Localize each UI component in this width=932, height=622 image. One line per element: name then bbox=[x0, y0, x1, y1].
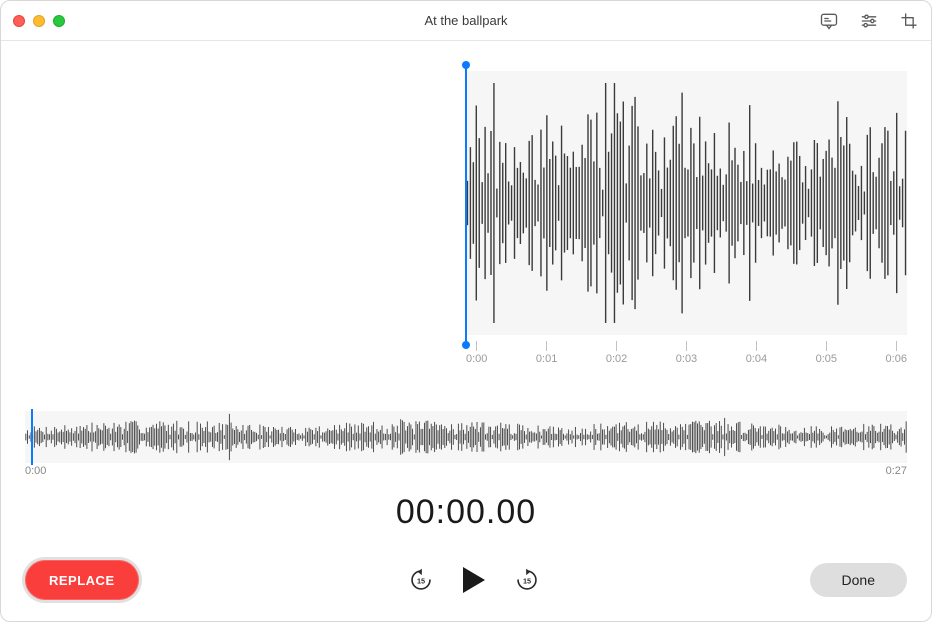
toolbar-icons bbox=[819, 11, 919, 31]
app-window: At the ballpark bbox=[0, 0, 932, 622]
overview-waveform[interactable] bbox=[25, 411, 907, 463]
window-controls bbox=[13, 15, 65, 27]
overview-waveform-area: 0:00 0:27 bbox=[25, 411, 907, 481]
time-tick: 0:05 bbox=[816, 341, 837, 369]
play-button[interactable] bbox=[460, 565, 488, 595]
svg-text:15: 15 bbox=[417, 576, 425, 585]
time-tick: 0:00 bbox=[466, 341, 487, 369]
overview-start-time: 0:00 bbox=[25, 465, 46, 477]
skip-forward-15-button[interactable]: 15 bbox=[514, 567, 540, 593]
detail-waveform[interactable] bbox=[466, 71, 907, 335]
transcript-icon[interactable] bbox=[819, 11, 839, 31]
detail-waveform-area: 0:00 0:01 0:02 0:03 0:04 0:05 0:06 bbox=[25, 65, 907, 381]
detail-time-ruler: 0:00 0:01 0:02 0:03 0:04 0:05 0:06 bbox=[466, 341, 907, 369]
titlebar: At the ballpark bbox=[1, 1, 931, 41]
svg-text:15: 15 bbox=[523, 576, 531, 585]
done-button[interactable]: Done bbox=[810, 563, 907, 597]
time-tick: 0:02 bbox=[606, 341, 627, 369]
time-display: 00:00.00 bbox=[25, 493, 907, 532]
overview-end-time: 0:27 bbox=[886, 465, 907, 477]
playhead[interactable] bbox=[465, 65, 467, 345]
time-tick: 0:03 bbox=[676, 341, 697, 369]
time-tick: 0:06 bbox=[886, 341, 907, 369]
replace-button[interactable]: REPLACE bbox=[25, 560, 139, 600]
controls-row: REPLACE 15 bbox=[25, 557, 907, 603]
playback-controls: 15 15 bbox=[408, 565, 540, 595]
close-window-button[interactable] bbox=[13, 15, 25, 27]
trim-icon[interactable] bbox=[899, 11, 919, 31]
time-tick: 0:04 bbox=[746, 341, 767, 369]
overview-time-labels: 0:00 0:27 bbox=[25, 465, 907, 477]
minimize-window-button[interactable] bbox=[33, 15, 45, 27]
skip-back-15-button[interactable]: 15 bbox=[408, 567, 434, 593]
window-title: At the ballpark bbox=[1, 13, 931, 28]
fullscreen-window-button[interactable] bbox=[53, 15, 65, 27]
settings-icon[interactable] bbox=[859, 11, 879, 31]
editor-content: 0:00 0:01 0:02 0:03 0:04 0:05 0:06 0:00 0:27 0… bbox=[1, 41, 931, 621]
overview-playhead[interactable] bbox=[31, 409, 33, 465]
time-tick: 0:01 bbox=[536, 341, 557, 369]
